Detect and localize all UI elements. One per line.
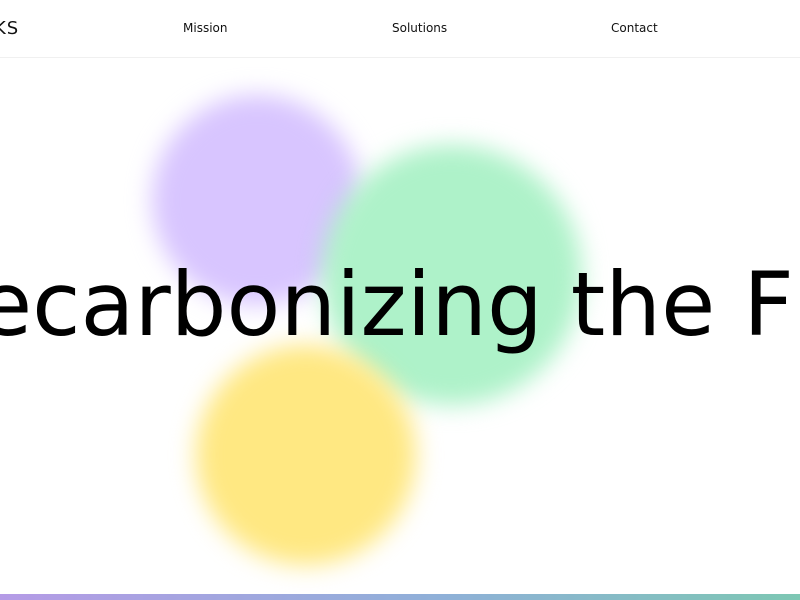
landing-page: KS Mission Solutions Contact ecarbonizin…	[0, 0, 800, 600]
site-header: KS Mission Solutions Contact	[0, 0, 800, 58]
nav-link-solutions[interactable]: Solutions	[392, 18, 447, 38]
logo[interactable]: KS	[0, 17, 19, 41]
hero-headline: ecarbonizing the F	[0, 253, 794, 356]
yellow-blob	[196, 345, 416, 565]
bottom-gradient-strip	[0, 594, 800, 600]
nav-link-contact[interactable]: Contact	[611, 18, 658, 38]
nav-link-mission[interactable]: Mission	[183, 18, 227, 38]
